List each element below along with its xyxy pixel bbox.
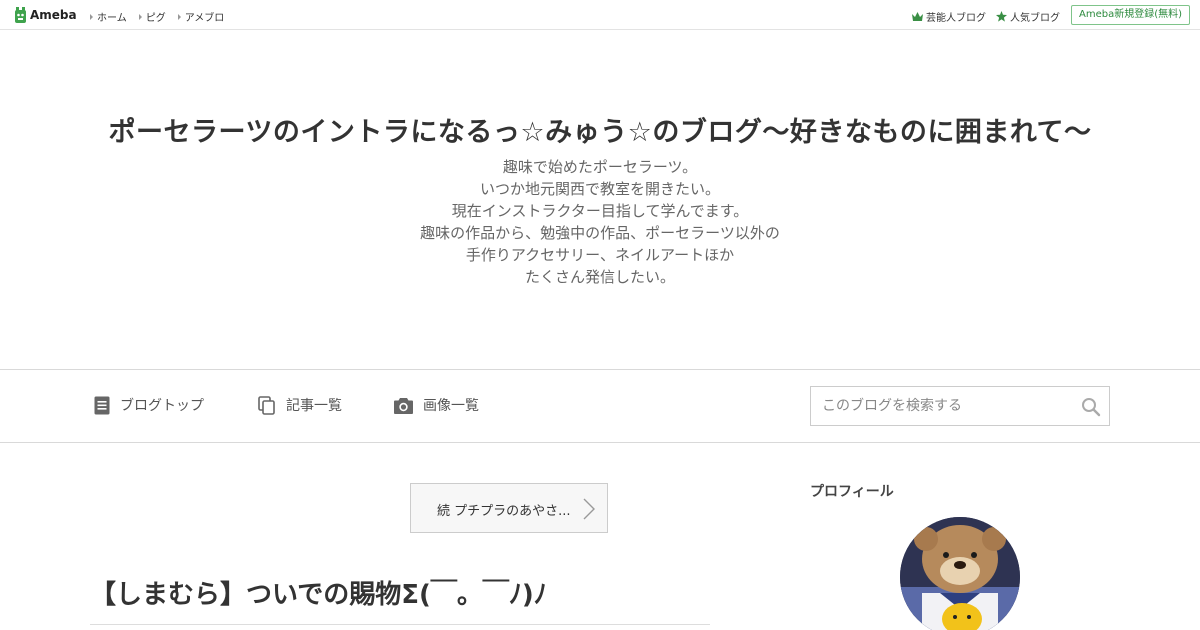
blog-header: ポーセラーツのイントラになるっ☆みゅう☆のブログ〜好きなものに囲まれて〜 趣味で… <box>0 30 1200 369</box>
triangle-right-icon <box>90 13 93 20</box>
global-header: Ameba ホーム ピグ アメブロ 芸能人ブログ 人気ブログ Ameba新規登録… <box>0 0 1200 30</box>
blog-search <box>810 386 1110 426</box>
nav-pigg-label: ピグ <box>145 13 166 24</box>
search-icon[interactable] <box>1081 397 1101 417</box>
featured-nav: 芸能人ブログ 人気ブログ <box>912 9 1060 24</box>
ameba-mark-icon <box>15 6 26 23</box>
blog-description: 趣味で始めたポーセラーツ。 いつか地元関西で教室を開きたい。 現在インストラクタ… <box>0 156 1200 288</box>
description-line: 趣味の作品から、勉強中の作品、ポーセラーツ以外の <box>420 224 780 242</box>
nav-home[interactable]: ホーム <box>90 9 127 24</box>
blog-nav: ブログトップ 記事一覧 画像一覧 <box>0 369 1200 443</box>
nav-article-list[interactable]: 記事一覧 <box>258 395 342 415</box>
profile-photo <box>900 517 1020 630</box>
triangle-right-icon <box>177 13 181 20</box>
nav-ameblo-label: アメブロ <box>184 13 225 24</box>
nav-home-label: ホーム <box>97 13 127 24</box>
blog-title[interactable]: ポーセラーツのイントラになるっ☆みゅう☆のブログ〜好きなものに囲まれて〜 <box>0 110 1200 149</box>
related-article-link[interactable]: 続 プチプラのあやさ... <box>410 483 608 533</box>
related-article-label: 続 プチプラのあやさ... <box>437 504 571 519</box>
nav-blog-top[interactable]: ブログトップ <box>94 395 204 415</box>
logo-text: Ameba <box>30 8 77 22</box>
profile-heading: プロフィール <box>810 484 894 500</box>
avatar[interactable] <box>900 517 1020 630</box>
copy-icon <box>258 395 275 415</box>
chevron-right-icon <box>583 498 595 520</box>
description-line: いつか地元関西で教室を開きたい。 <box>479 180 720 198</box>
ameba-logo[interactable]: Ameba <box>14 6 77 24</box>
service-nav: ホーム ピグ アメブロ <box>90 9 224 24</box>
star-icon <box>996 11 1007 22</box>
nav-image-list-label: 画像一覧 <box>423 398 479 414</box>
search-input[interactable] <box>811 387 1076 425</box>
nav-ameblo[interactable]: アメブロ <box>177 9 225 24</box>
nav-image-list[interactable]: 画像一覧 <box>394 395 479 415</box>
entry-title[interactable]: 【しまむら】ついでの賜物Σ(￣。￣ﾉ)ﾉ <box>90 574 547 611</box>
camera-icon <box>394 397 413 414</box>
popular-blog-label: 人気ブログ <box>1010 13 1060 24</box>
celebrity-blog-label: 芸能人ブログ <box>926 13 986 24</box>
description-line: たくさん発信したい。 <box>524 268 675 286</box>
celebrity-blog-link[interactable]: 芸能人ブログ <box>912 9 986 24</box>
signup-button[interactable]: Ameba新規登録(無料) <box>1070 5 1190 25</box>
nav-pigg[interactable]: ピグ <box>138 9 166 24</box>
crown-icon <box>912 12 923 21</box>
document-icon <box>94 396 110 414</box>
triangle-right-icon <box>138 13 142 20</box>
description-line: 手作りアクセサリー、ネイルアートほか <box>465 246 735 264</box>
nav-blog-top-label: ブログトップ <box>120 398 204 414</box>
description-line: 現在インストラクター目指して学んでます。 <box>451 202 749 220</box>
description-line: 趣味で始めたポーセラーツ。 <box>502 158 698 176</box>
popular-blog-link[interactable]: 人気ブログ <box>996 9 1060 24</box>
divider <box>90 624 710 625</box>
nav-article-list-label: 記事一覧 <box>286 398 342 414</box>
